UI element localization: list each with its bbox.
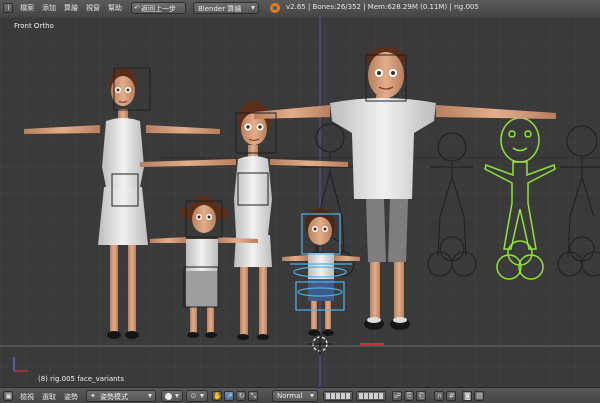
blender-window: i 檔案 添加 算繪 視窗 幫助 返回上一步 ↶ Blender 算繪 v2.6…: [0, 0, 600, 403]
opengl-render-button[interactable]: ▤: [474, 391, 484, 401]
bone-icon: ☍: [393, 392, 402, 400]
blender-logo-icon: [270, 3, 280, 13]
render-engine-select[interactable]: Blender 算繪: [193, 2, 259, 14]
chevron-down-icon: [148, 394, 152, 398]
viewport-shading-select[interactable]: [161, 390, 183, 402]
menu-window[interactable]: 視窗: [86, 3, 100, 13]
menu-render[interactable]: 算繪: [64, 3, 78, 13]
transform-orientation-select[interactable]: Normal: [272, 390, 318, 402]
cube-icon: ▣: [5, 392, 12, 400]
copy-icon: ⎘: [406, 392, 413, 400]
arrow-icon: ↗: [226, 392, 233, 400]
magnet-icon: ∩: [436, 392, 443, 400]
solid-sphere-icon: [165, 393, 172, 400]
snap-toggle[interactable]: ∩: [434, 391, 444, 401]
manipulator-toggle[interactable]: ✋: [212, 391, 222, 401]
viewport-scene: [0, 17, 600, 387]
pose-mode-icon: ✦: [90, 392, 96, 400]
scale-manipulator[interactable]: ⤡: [248, 391, 258, 401]
pose-paste-button[interactable]: ⎗: [416, 391, 426, 401]
pose-copy-button[interactable]: ⎘: [404, 391, 414, 401]
pivot-point-select[interactable]: ⊙: [186, 390, 208, 402]
paste-icon: ⎗: [418, 392, 425, 400]
info-icon: i: [7, 4, 10, 12]
camera-icon: ◙: [464, 392, 471, 400]
chevron-down-icon: [310, 394, 314, 398]
menu-add[interactable]: 添加: [42, 3, 56, 13]
rotate-manipulator[interactable]: ↻: [236, 391, 246, 401]
grid-icon: #: [448, 392, 455, 400]
render-only-button[interactable]: ◙: [462, 391, 472, 401]
scene-info: v2.65 | Bones:26/352 | Mem:628.29M (0.11…: [286, 3, 479, 11]
editor-type-button[interactable]: i: [3, 3, 13, 13]
chevron-down-icon: [200, 394, 204, 398]
menu-select[interactable]: 選取: [42, 392, 56, 402]
info-header: i 檔案 添加 算繪 視窗 幫助 返回上一步 ↶ Blender 算繪 v2.6…: [0, 0, 600, 18]
layer-buttons-2[interactable]: [356, 391, 386, 401]
editor-type-button[interactable]: ▣: [3, 391, 13, 401]
menu-pose[interactable]: 姿勢: [64, 392, 78, 402]
rotate-icon: ↻: [238, 392, 245, 400]
scale-icon: ⤡: [250, 392, 257, 400]
chevron-down-icon: [251, 6, 255, 10]
mode-select[interactable]: ✦ 姿勢模式: [86, 390, 156, 402]
view-label: Front Ortho: [14, 22, 54, 30]
back-button[interactable]: 返回上一步 ↶: [131, 2, 186, 14]
film-icon: ▤: [476, 392, 483, 400]
menu-help[interactable]: 幫助: [108, 3, 122, 13]
translate-manipulator[interactable]: ↗: [224, 391, 234, 401]
undo-icon: ↶: [134, 4, 140, 12]
snap-element-select[interactable]: #: [446, 391, 456, 401]
3d-viewport[interactable]: Front Ortho (8) rig.005 face_variants: [0, 17, 600, 387]
object-status: (8) rig.005 face_variants: [38, 375, 124, 383]
chevron-down-icon: [175, 394, 179, 398]
bone-layers-button[interactable]: ☍: [392, 391, 402, 401]
menu-view[interactable]: 檢視: [20, 392, 34, 402]
layer-buttons-1[interactable]: [323, 391, 353, 401]
menu-file[interactable]: 檔案: [20, 3, 34, 13]
viewport-grid: [0, 17, 600, 387]
pivot-icon: ⊙: [190, 392, 197, 400]
3d-view-header: ▣ 檢視 選取 姿勢 ✦ 姿勢模式 ⊙ ✋ ↗ ↻ ⤡ Normal ☍ ⎘ ⎗…: [0, 387, 600, 403]
hand-icon: ✋: [213, 392, 222, 400]
